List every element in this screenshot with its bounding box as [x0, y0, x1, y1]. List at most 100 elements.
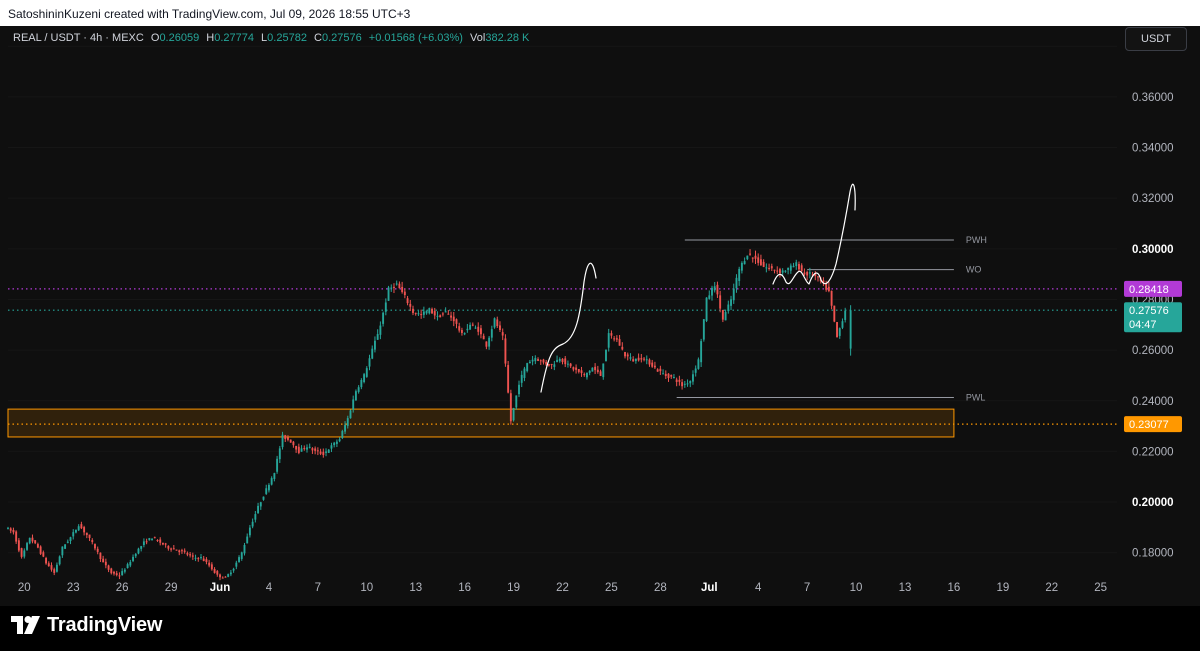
y-tick-label: 0.22000 — [1132, 446, 1174, 458]
candle-body — [602, 363, 605, 378]
candle-body — [586, 372, 588, 378]
candle-body — [526, 363, 529, 372]
candle-body — [306, 447, 308, 450]
candle-body — [118, 575, 121, 577]
candle-body — [773, 269, 776, 271]
candle-body — [792, 265, 795, 268]
candle-body — [621, 346, 624, 350]
candle-body — [730, 299, 732, 306]
candle-body — [151, 538, 154, 541]
candle-body — [757, 257, 760, 263]
tradingview-logo[interactable]: TradingView — [11, 613, 162, 637]
candle-body — [784, 270, 787, 272]
candle-body — [194, 557, 197, 559]
candle-body — [751, 257, 754, 259]
zone-box — [7, 408, 955, 438]
level-label: WO — [966, 265, 982, 275]
volume-label: Vol — [470, 32, 486, 44]
high-value: 0.27774 — [214, 32, 254, 44]
candle-body — [561, 358, 564, 363]
candle-body — [401, 286, 404, 293]
candle-body — [759, 259, 762, 266]
candle-body — [607, 333, 610, 348]
candle-body — [132, 556, 134, 561]
candle-body — [159, 539, 162, 543]
symbol-label[interactable]: REAL / USDT · 4h · MEXC — [13, 32, 144, 44]
candle-body — [624, 352, 626, 357]
candle-body — [509, 393, 512, 422]
candle-body — [482, 335, 485, 340]
candle-body — [113, 571, 115, 574]
candle-body — [545, 361, 548, 365]
candle-body — [528, 361, 531, 364]
candle-body — [17, 540, 20, 551]
candle-body — [615, 338, 618, 340]
candle-body — [200, 557, 202, 559]
level-label: PWH — [966, 235, 987, 245]
candle-body — [77, 526, 80, 531]
candle-body — [213, 568, 216, 573]
candle-body — [537, 359, 539, 361]
candle-body — [50, 565, 53, 570]
candle-body — [352, 399, 355, 410]
candle-body — [104, 561, 107, 566]
candle-body — [129, 562, 132, 566]
candle-body — [507, 365, 510, 393]
candle-body — [662, 373, 665, 375]
x-tick-label: 28 — [654, 582, 667, 594]
candle-body — [613, 338, 616, 340]
candle-body — [330, 445, 333, 449]
candle-body — [463, 333, 466, 335]
price-chart[interactable]: 0.180000.200000.220000.240000.260000.280… — [0, 26, 1200, 606]
candle-body — [439, 315, 442, 318]
candle-body — [341, 431, 344, 439]
y-tick-label: 0.24000 — [1132, 396, 1174, 408]
candle-body — [583, 374, 586, 376]
candle-body — [651, 362, 654, 367]
candle-body — [88, 534, 91, 538]
candle-body — [246, 536, 249, 544]
x-tick-label: Jun — [210, 582, 230, 594]
candle-body — [610, 333, 613, 336]
candle-body — [259, 502, 262, 507]
candle-body — [849, 310, 852, 349]
candle-body — [227, 574, 230, 577]
x-tick-label: 22 — [1045, 582, 1058, 594]
quote-currency-button[interactable]: USDT — [1125, 27, 1187, 51]
candle-body — [368, 358, 371, 367]
candle-body — [376, 334, 379, 340]
candle-body — [167, 545, 170, 549]
ohlc-legend: REAL / USDT · 4h · MEXC O0.26059 H0.2777… — [13, 32, 529, 44]
y-tick-label: 0.36000 — [1132, 92, 1174, 104]
candle-body — [91, 540, 94, 543]
candle-body — [175, 549, 178, 551]
candle-body — [653, 365, 656, 368]
candle-body — [637, 357, 640, 361]
candle-body — [754, 255, 757, 259]
candle-body — [417, 313, 420, 315]
candle-body — [678, 379, 681, 382]
candle-body — [121, 571, 124, 576]
candle-body — [363, 374, 366, 382]
candle-body — [58, 556, 61, 565]
candle-body — [395, 283, 398, 285]
candle-body — [270, 478, 273, 485]
candle-body — [161, 542, 164, 545]
candle-body — [205, 559, 208, 563]
candle-body — [300, 448, 303, 452]
candle-body — [191, 555, 194, 557]
candle-body — [727, 304, 730, 312]
candle-body — [53, 569, 56, 573]
y-tick-label: 0.30000 — [1132, 244, 1174, 256]
candle-body — [181, 550, 183, 552]
candle-body — [134, 553, 137, 557]
price-tag-countdown: 04:47 — [1129, 319, 1157, 331]
candle-body — [327, 449, 330, 453]
candle-body — [569, 363, 572, 367]
candle-body — [520, 374, 523, 383]
candle-body — [382, 312, 385, 324]
candle-body — [732, 288, 735, 301]
candle-body — [588, 370, 591, 373]
candle-body — [501, 332, 504, 336]
candle-body — [626, 354, 629, 357]
